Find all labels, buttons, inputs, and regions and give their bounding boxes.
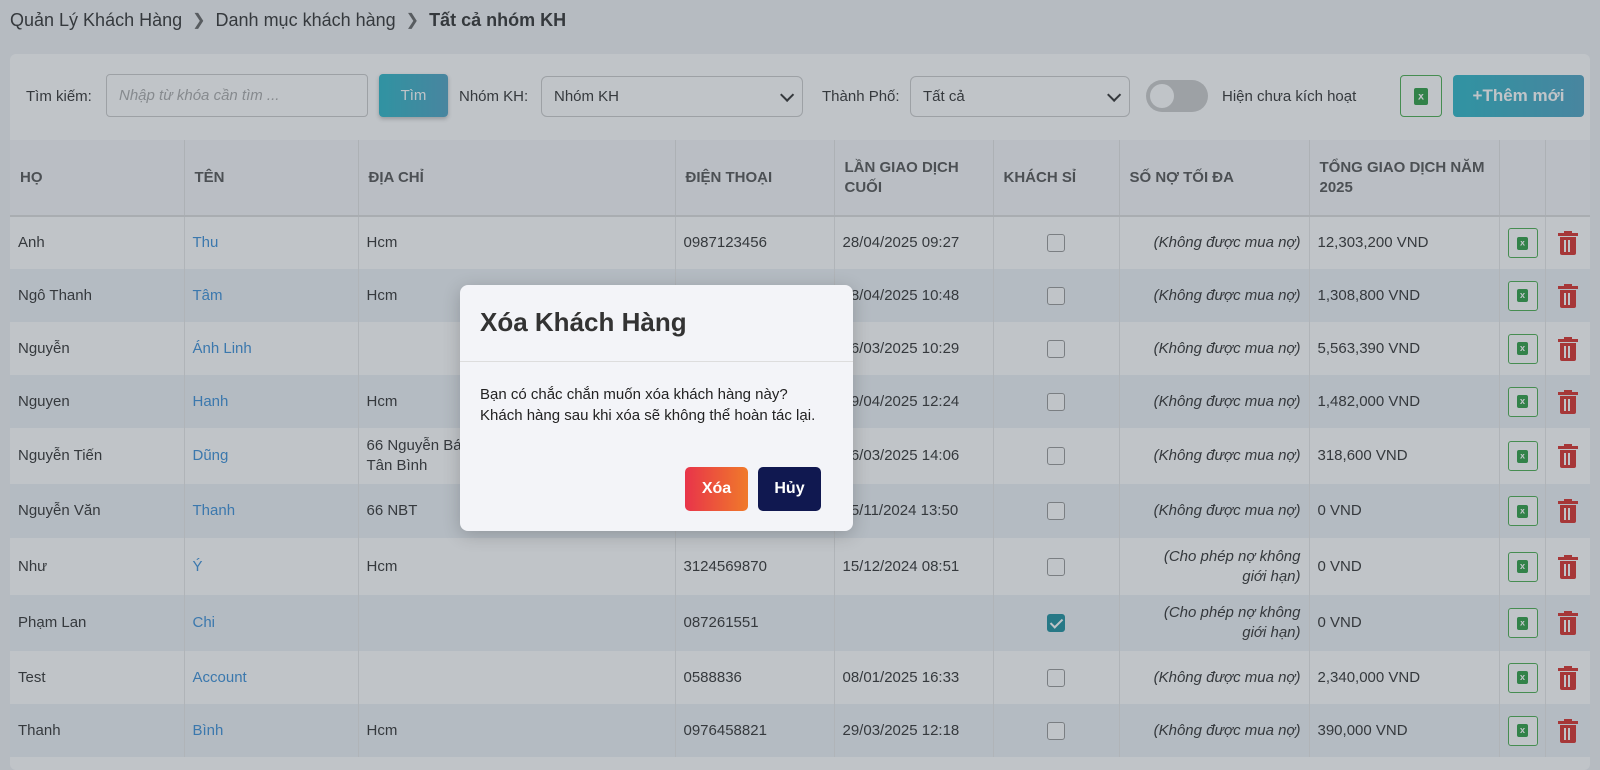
dialog-title: Xóa Khách Hàng (480, 307, 687, 337)
dialog-divider (460, 361, 853, 362)
delete-customer-dialog: Xóa Khách Hàng Bạn có chắc chắn muốn xóa… (460, 285, 853, 531)
dialog-message-line: Khách hàng sau khi xóa sẽ không thể hoàn… (480, 407, 816, 424)
confirm-delete-button[interactable]: Xóa (685, 467, 748, 511)
dialog-message-line: Bạn có chắc chắn muốn xóa khách hàng này… (480, 386, 788, 403)
cancel-button[interactable]: Hủy (758, 467, 821, 511)
dialog-message: Bạn có chắc chắn muốn xóa khách hàng này… (480, 384, 840, 426)
